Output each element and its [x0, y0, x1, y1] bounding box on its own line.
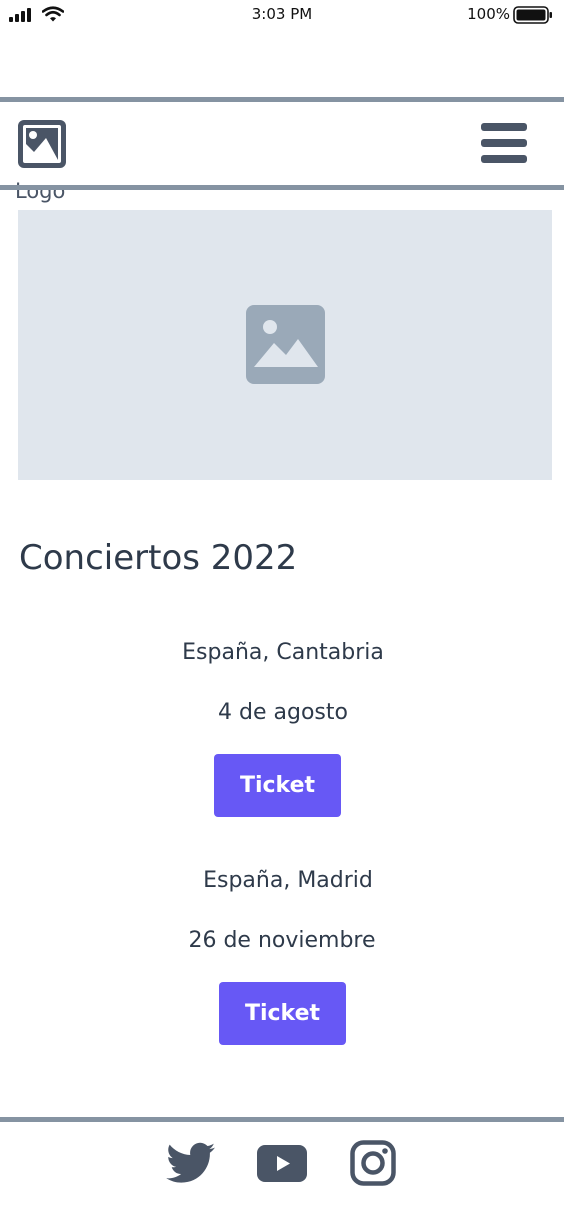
- event-date: 26 de noviembre: [188, 928, 376, 953]
- battery-icon: [513, 6, 552, 24]
- header-top-divider: [0, 97, 564, 102]
- hero-image-placeholder: [18, 210, 552, 480]
- youtube-icon[interactable]: [257, 1145, 307, 1182]
- status-bar: 3:03 PM 100%: [0, 0, 564, 34]
- image-icon[interactable]: [18, 120, 66, 168]
- menu-bar: [481, 155, 527, 163]
- ticket-button[interactable]: Ticket: [219, 982, 346, 1045]
- event-location: España, Madrid: [203, 868, 373, 893]
- instagram-icon[interactable]: [350, 1140, 396, 1186]
- header: Logo: [0, 97, 564, 203]
- hamburger-menu-icon[interactable]: [481, 123, 527, 163]
- footer-divider: [0, 1117, 564, 1122]
- menu-bar: [481, 123, 527, 131]
- header-bottom-divider: [0, 185, 564, 190]
- image-placeholder-icon: [246, 305, 325, 384]
- page-title: Conciertos 2022: [19, 538, 298, 578]
- twitter-icon[interactable]: [166, 1140, 215, 1186]
- event-date: 4 de agosto: [218, 700, 348, 725]
- menu-bar: [481, 139, 527, 147]
- battery-percentage: 100%: [467, 5, 510, 23]
- logo-label: Logo: [15, 179, 66, 203]
- event-location: España, Cantabria: [182, 640, 384, 665]
- ticket-button[interactable]: Ticket: [214, 754, 341, 817]
